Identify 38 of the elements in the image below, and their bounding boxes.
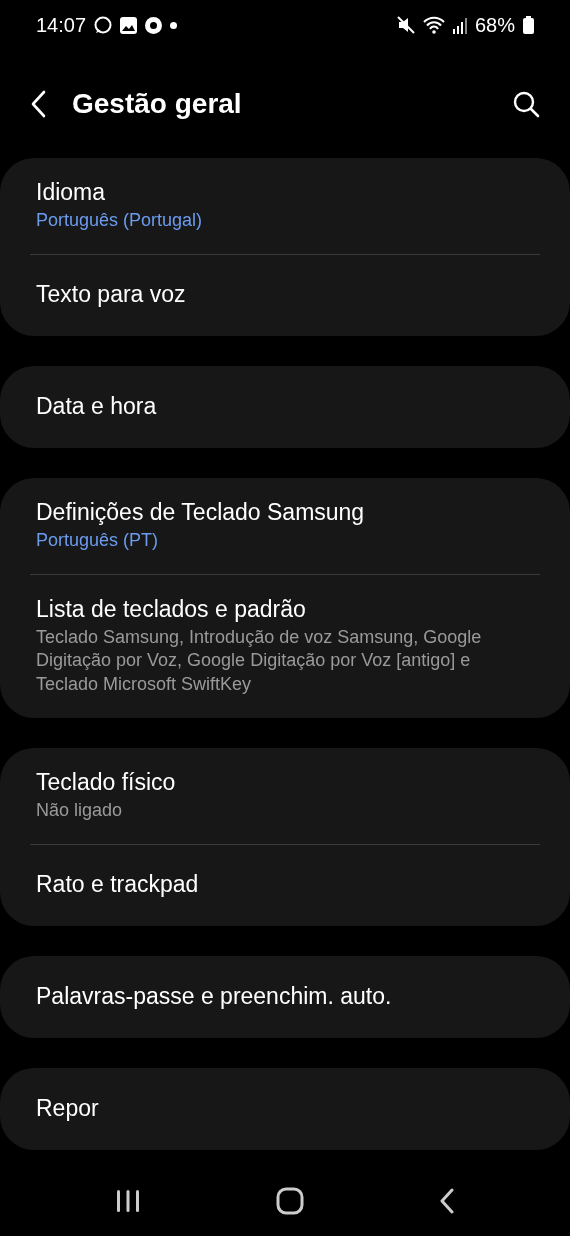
image-icon bbox=[120, 16, 138, 34]
item-title: Teclado físico bbox=[36, 768, 177, 797]
item-subtitle: Português (Portugal) bbox=[36, 208, 204, 232]
settings-item[interactable]: Repor bbox=[0, 1068, 570, 1151]
settings-item[interactable]: Rato e trackpad bbox=[30, 844, 540, 927]
settings-item[interactable]: Teclado físico Não ligado bbox=[0, 748, 570, 845]
browser-icon bbox=[145, 16, 163, 34]
settings-item[interactable]: Lista de teclados e padrão Teclado Samsung, Introdução de voz Samsung, Google Digitação por Voz, Google Digitação por Voz [antigo] e Teclado Microsoft SwiftKey bbox=[30, 574, 540, 719]
settings-item[interactable]: Texto para voz bbox=[30, 254, 540, 337]
back-icon[interactable] bbox=[438, 1187, 455, 1214]
item-title: Palavras-passe e preenchim. auto. bbox=[36, 981, 393, 1011]
settings-item[interactable]: Definições de Teclado Samsung Português (PT) bbox=[0, 478, 570, 575]
item-title: Idioma bbox=[36, 178, 107, 207]
signal-icon bbox=[452, 16, 467, 34]
wifi-icon bbox=[422, 16, 445, 34]
item-title: Data e hora bbox=[36, 391, 158, 421]
settings-item[interactable]: Data e hora bbox=[0, 366, 570, 449]
chat-bubble-icon bbox=[94, 16, 113, 34]
item-subtitle: Português (PT) bbox=[36, 528, 160, 552]
home-icon[interactable] bbox=[276, 1186, 304, 1215]
status-time: 14:07 bbox=[36, 13, 87, 38]
mute-icon bbox=[396, 16, 415, 34]
item-title: Repor bbox=[36, 1093, 100, 1123]
item-title: Texto para voz bbox=[36, 280, 187, 309]
item-title: Definições de Teclado Samsung bbox=[36, 498, 366, 527]
battery-percentage: 68% bbox=[474, 13, 515, 38]
item-title: Lista de teclados e padrão bbox=[36, 595, 307, 625]
settings-item[interactable]: Idioma Português (Portugal) bbox=[0, 158, 570, 255]
item-title: Rato e trackpad bbox=[36, 870, 200, 900]
dot-icon bbox=[170, 21, 178, 29]
page-title: Gestão geral bbox=[72, 87, 242, 121]
search-icon[interactable] bbox=[512, 90, 540, 118]
settings-item[interactable]: Palavras-passe e preenchim. auto. bbox=[0, 956, 570, 1039]
back-icon[interactable] bbox=[30, 90, 46, 118]
battery-icon bbox=[523, 16, 534, 34]
item-subtitle: Teclado Samsung, Introdução de voz Samsung, Google Digitação por Voz, Google Digitação por Voz [antigo] e Teclado Microsoft SwiftKey bbox=[36, 626, 483, 696]
item-subtitle: Não ligado bbox=[36, 798, 124, 822]
recent-apps-icon[interactable] bbox=[115, 1188, 142, 1213]
